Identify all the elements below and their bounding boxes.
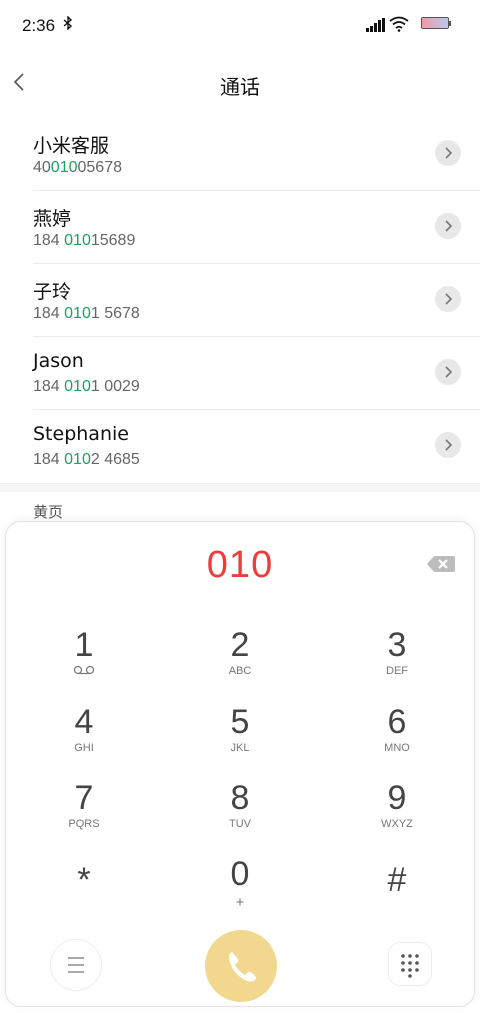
dialpad-toggle-button[interactable] bbox=[388, 942, 432, 986]
contact-name: Jason bbox=[33, 350, 84, 372]
keypad-key-2[interactable]: 2 ABC bbox=[170, 627, 310, 701]
wifi-icon bbox=[389, 16, 409, 32]
contact-number: 184 0101 5678 bbox=[33, 305, 140, 322]
section-header-yellow-pages: 黄页 bbox=[33, 503, 64, 521]
keypad-key-0[interactable]: 0 + bbox=[170, 856, 310, 930]
bluetooth-icon bbox=[63, 15, 73, 34]
keypad-key-hash[interactable]: # bbox=[327, 862, 467, 936]
contact-row[interactable]: 子玲 184 0101 5678 bbox=[0, 264, 480, 337]
contact-name: 子玲 bbox=[33, 281, 72, 303]
chevron-right-icon[interactable] bbox=[435, 359, 461, 385]
dialpad-icon bbox=[401, 954, 419, 978]
keypad-key-3[interactable]: 3 DEF bbox=[327, 627, 467, 701]
keypad-key-1[interactable]: 1 bbox=[14, 627, 154, 701]
call-button[interactable] bbox=[205, 930, 277, 1002]
keypad-key-4[interactable]: 4 GHI bbox=[14, 704, 154, 778]
dialer-panel: 010 1 2 ABC 3 DEF 4 GHI 5 JKL 6 MNO 7 PQ… bbox=[5, 521, 475, 1007]
contact-name: 燕婷 bbox=[33, 208, 72, 230]
contact-number: 184 01015689 bbox=[33, 232, 136, 249]
menu-icon bbox=[68, 957, 84, 973]
chevron-right-icon[interactable] bbox=[435, 213, 461, 239]
backspace-icon[interactable] bbox=[426, 554, 456, 574]
status-time: 2:36 bbox=[22, 16, 56, 35]
contact-list: 小米客服 4001005678 燕婷 184 01015689 子玲 184 0… bbox=[0, 118, 480, 483]
contact-number: 184 0101 0029 bbox=[33, 378, 140, 395]
menu-button[interactable] bbox=[50, 939, 102, 991]
contact-name: Stephanie bbox=[33, 423, 129, 445]
voicemail-icon bbox=[14, 665, 154, 678]
page-title: 通话 bbox=[220, 75, 260, 99]
keypad-key-5[interactable]: 5 JKL bbox=[170, 704, 310, 778]
contact-name: 小米客服 bbox=[33, 135, 110, 157]
keypad-key-7[interactable]: 7 PQRS bbox=[14, 780, 154, 854]
chevron-right-icon[interactable] bbox=[435, 432, 461, 458]
contact-number: 184 0102 4685 bbox=[33, 451, 140, 468]
contact-row[interactable]: 燕婷 184 01015689 bbox=[0, 191, 480, 264]
signal-icon bbox=[366, 18, 386, 32]
phone-icon bbox=[229, 952, 256, 982]
battery-tip bbox=[449, 21, 451, 26]
chevron-right-icon[interactable] bbox=[435, 286, 461, 312]
chevron-right-icon[interactable] bbox=[435, 140, 461, 166]
battery-icon bbox=[421, 17, 449, 29]
contact-row[interactable]: 小米客服 4001005678 bbox=[0, 118, 480, 191]
app-header: 通话 bbox=[0, 52, 480, 118]
dialed-number-display: 010 bbox=[206, 544, 274, 586]
contact-number: 4001005678 bbox=[33, 159, 122, 176]
keypad-key-6[interactable]: 6 MNO bbox=[327, 704, 467, 778]
keypad-key-9[interactable]: 9 WXYZ bbox=[327, 780, 467, 854]
section-divider bbox=[0, 483, 480, 492]
keypad-key-8[interactable]: 8 TUV bbox=[170, 780, 310, 854]
status-bar: 2:36 bbox=[0, 0, 480, 52]
contact-row[interactable]: Jason 184 0101 0029 bbox=[0, 337, 480, 410]
contact-row[interactable]: Stephanie 184 0102 4685 bbox=[0, 410, 480, 483]
keypad-key-star[interactable]: * bbox=[14, 862, 154, 936]
